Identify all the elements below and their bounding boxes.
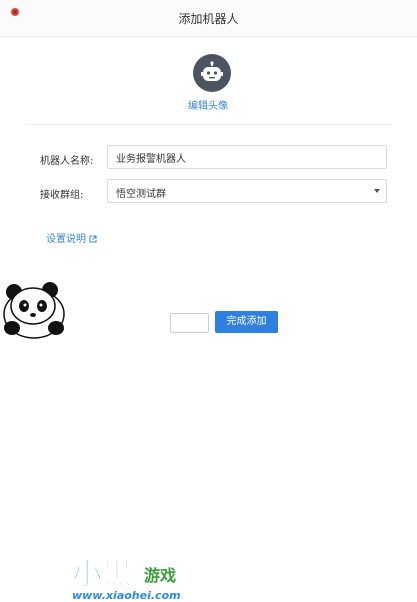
robot-name-field[interactable]: [107, 145, 387, 169]
divider: [26, 124, 392, 125]
robot-avatar[interactable]: [193, 54, 231, 92]
receive-group-select[interactable]: 悟空测试群: [107, 179, 387, 203]
robot-icon: [201, 61, 223, 81]
panda-mascot-icon: [3, 282, 65, 339]
add-robot-dialog: 添加机器人 编辑头像 机器人名称: 接收群组: 悟空测试群 设置说明 完成添加: [0, 0, 417, 602]
receive-group-label: 接收群组:: [40, 190, 84, 201]
chevron-down-icon: [374, 189, 380, 193]
confirm-add-button[interactable]: 完成添加: [215, 311, 278, 333]
robot-name-label: 机器人名称:: [40, 156, 94, 167]
watermark-logo: 小黑 游戏 www.xiaohei.com: [0, 268, 205, 602]
dialog-title: 添加机器人: [178, 12, 239, 26]
watermark-brand-main: 小黑: [72, 557, 133, 593]
settings-help-label: 设置说明: [46, 234, 86, 245]
receive-group-value: 悟空测试群: [116, 189, 166, 200]
watermark-url: www.xiaohei.com: [72, 589, 181, 602]
robot-name-input[interactable]: [108, 146, 386, 168]
dialog-titlebar: 添加机器人: [0, 0, 417, 37]
edit-avatar-link[interactable]: 编辑头像: [188, 97, 228, 112]
external-link-icon: [89, 235, 97, 243]
watermark-brand-sub: 游戏: [144, 566, 177, 585]
settings-help-link[interactable]: 设置说明: [46, 230, 97, 245]
